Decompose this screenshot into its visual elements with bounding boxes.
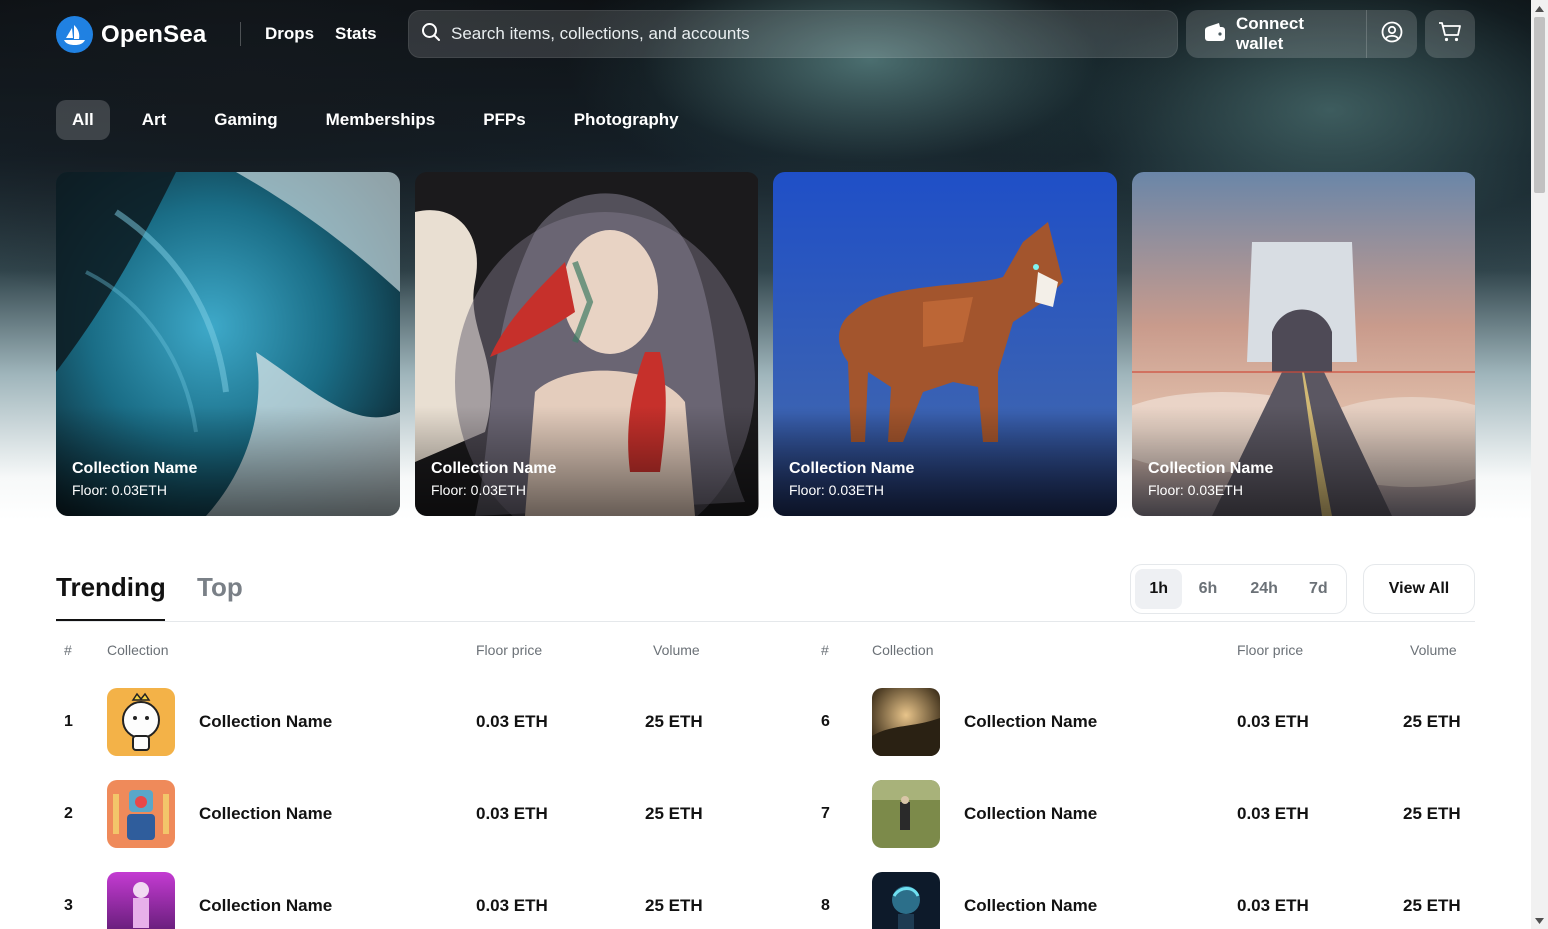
card-collection-name: Collection Name xyxy=(1148,460,1274,477)
search-input[interactable] xyxy=(451,24,1177,44)
page: OpenSea Drops Stats Connect wallet xyxy=(0,0,1531,929)
wallet-icon xyxy=(1204,22,1226,47)
row-volume: 25 ETH xyxy=(1403,896,1461,915)
row-floor-price: 0.03 ETH xyxy=(1237,804,1309,823)
wallet-group: Connect wallet xyxy=(1186,10,1417,58)
page-scrollbar[interactable] xyxy=(1531,0,1548,929)
time-option-7d[interactable]: 7d xyxy=(1295,569,1342,609)
scroll-up-arrow-icon[interactable] xyxy=(1531,0,1548,17)
category-pfps[interactable]: PFPs xyxy=(467,100,542,140)
opensea-logo-icon xyxy=(56,16,93,53)
featured-card[interactable]: Collection Name Floor: 0.03ETH xyxy=(415,172,759,516)
featured-card[interactable]: Collection Name Floor: 0.03ETH xyxy=(1132,172,1476,516)
category-photography[interactable]: Photography xyxy=(558,100,695,140)
time-option-1h[interactable]: 1h xyxy=(1135,569,1183,609)
row-rank: 3 xyxy=(64,897,73,914)
row-rank: 7 xyxy=(821,805,830,822)
tabs-divider xyxy=(56,621,1475,622)
row-volume: 25 ETH xyxy=(645,712,703,731)
connect-wallet-button[interactable]: Connect wallet xyxy=(1186,10,1367,58)
search-bar[interactable] xyxy=(408,10,1178,58)
top-header: OpenSea Drops Stats Connect wallet xyxy=(0,0,1531,68)
cart-icon xyxy=(1438,21,1462,48)
category-gaming[interactable]: Gaming xyxy=(198,100,293,140)
view-all-button[interactable]: View All xyxy=(1363,564,1475,614)
collection-thumbnail[interactable] xyxy=(107,780,175,848)
row-volume: 25 ETH xyxy=(645,896,703,915)
row-collection-name[interactable]: Collection Name xyxy=(199,896,332,916)
column-header-volume: Volume xyxy=(653,642,700,658)
collection-thumbnail[interactable] xyxy=(107,688,175,756)
category-tabs: All Art Gaming Memberships PFPs Photogra… xyxy=(56,100,711,140)
row-collection-name[interactable]: Collection Name xyxy=(964,804,1097,824)
column-header-rank: # xyxy=(821,642,829,658)
active-tab-underline xyxy=(56,619,165,621)
cart-button[interactable] xyxy=(1425,10,1475,58)
card-floor-price: Floor: 0.03ETH xyxy=(789,482,884,498)
card-floor-price: Floor: 0.03ETH xyxy=(431,482,526,498)
featured-card[interactable]: Collection Name Floor: 0.03ETH xyxy=(773,172,1117,516)
card-collection-name: Collection Name xyxy=(789,460,915,477)
column-header-volume: Volume xyxy=(1410,642,1457,658)
row-volume: 25 ETH xyxy=(1403,804,1461,823)
tab-top[interactable]: Top xyxy=(197,572,243,603)
card-floor-price: Floor: 0.03ETH xyxy=(1148,482,1243,498)
account-icon xyxy=(1381,21,1403,48)
header-divider xyxy=(240,22,241,46)
column-header-collection: Collection xyxy=(107,642,169,658)
category-memberships[interactable]: Memberships xyxy=(310,100,452,140)
time-option-24h[interactable]: 24h xyxy=(1234,569,1295,609)
tab-trending[interactable]: Trending xyxy=(56,572,166,603)
row-rank: 2 xyxy=(64,805,73,822)
featured-card[interactable]: Collection Name Floor: 0.03ETH xyxy=(56,172,400,516)
column-header-collection: Collection xyxy=(872,642,934,658)
row-collection-name[interactable]: Collection Name xyxy=(964,712,1097,732)
column-header-floor-price: Floor price xyxy=(476,642,543,658)
row-collection-name[interactable]: Collection Name xyxy=(964,896,1097,916)
nav-stats[interactable]: Stats xyxy=(335,24,377,44)
card-collection-name: Collection Name xyxy=(72,460,198,477)
column-header-rank: # xyxy=(64,642,72,658)
row-floor-price: 0.03 ETH xyxy=(1237,896,1309,915)
row-collection-name[interactable]: Collection Name xyxy=(199,712,332,732)
category-art[interactable]: Art xyxy=(126,100,183,140)
collection-thumbnail[interactable] xyxy=(872,872,940,929)
row-volume: 25 ETH xyxy=(1403,712,1461,731)
row-floor-price: 0.03 ETH xyxy=(476,896,548,915)
scrollbar-thumb[interactable] xyxy=(1534,17,1545,193)
row-volume: 25 ETH xyxy=(645,804,703,823)
nav-drops[interactable]: Drops xyxy=(265,24,314,44)
connect-wallet-label: Connect wallet xyxy=(1236,14,1304,53)
row-rank: 6 xyxy=(821,713,830,730)
category-all[interactable]: All xyxy=(56,100,110,140)
scroll-down-arrow-icon[interactable] xyxy=(1531,912,1548,929)
time-option-6h[interactable]: 6h xyxy=(1182,569,1233,609)
time-range-selector: 1h 6h 24h 7d xyxy=(1130,564,1347,614)
row-rank: 1 xyxy=(64,713,73,730)
card-collection-name: Collection Name xyxy=(431,460,557,477)
search-icon xyxy=(421,22,441,47)
collection-thumbnail[interactable] xyxy=(107,872,175,929)
row-floor-price: 0.03 ETH xyxy=(476,712,548,731)
card-floor-price: Floor: 0.03ETH xyxy=(72,482,167,498)
profile-button[interactable] xyxy=(1367,10,1417,58)
row-floor-price: 0.03 ETH xyxy=(476,804,548,823)
row-collection-name[interactable]: Collection Name xyxy=(199,804,332,824)
collection-thumbnail[interactable] xyxy=(872,688,940,756)
row-rank: 8 xyxy=(821,897,830,914)
brand-name: OpenSea xyxy=(101,20,207,48)
opensea-logo[interactable]: OpenSea xyxy=(56,16,206,53)
collection-thumbnail[interactable] xyxy=(872,780,940,848)
column-header-floor-price: Floor price xyxy=(1237,642,1304,658)
row-floor-price: 0.03 ETH xyxy=(1237,712,1309,731)
